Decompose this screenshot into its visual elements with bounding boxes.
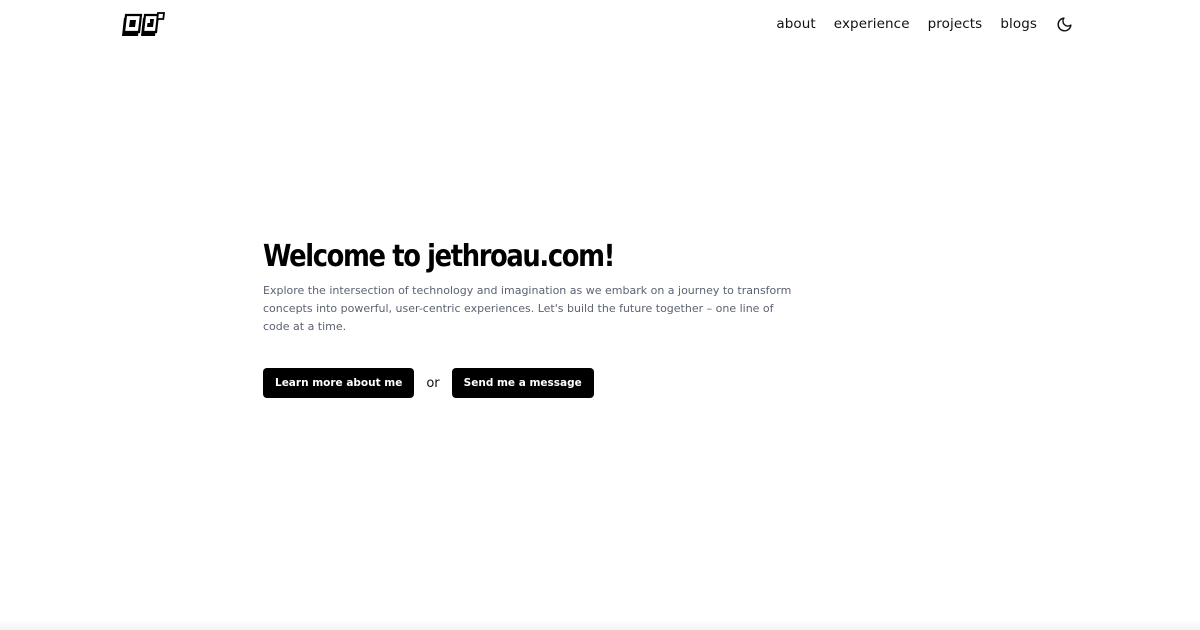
oj-monogram-logo-icon — [122, 12, 166, 36]
nav-projects[interactable]: projects — [928, 13, 983, 35]
theme-toggle-button[interactable] — [1055, 15, 1074, 34]
nav-about[interactable]: about — [776, 13, 815, 35]
main-nav: about experience projects blogs — [776, 13, 1074, 35]
hero-title: Welcome to jethroau.com! — [263, 239, 615, 274]
nav-experience[interactable]: experience — [834, 13, 910, 35]
page: about experience projects blogs Welcome … — [0, 0, 1200, 630]
send-message-button[interactable]: Send me a message — [451, 368, 594, 398]
learn-more-button[interactable]: Learn more about me — [263, 368, 415, 398]
hero-description: Explore the intersection of technology a… — [263, 284, 792, 333]
or-separator: or — [426, 375, 440, 391]
nav-blogs[interactable]: blogs — [1000, 13, 1037, 35]
hero-section: Welcome to jethroau.com! Explore the int… — [263, 236, 803, 336]
cta-row: Learn more about me or Send me a message — [263, 368, 594, 398]
moon-icon — [1057, 16, 1072, 31]
bottom-edge-divider — [0, 620, 1200, 630]
logo-icon[interactable] — [120, 11, 166, 38]
